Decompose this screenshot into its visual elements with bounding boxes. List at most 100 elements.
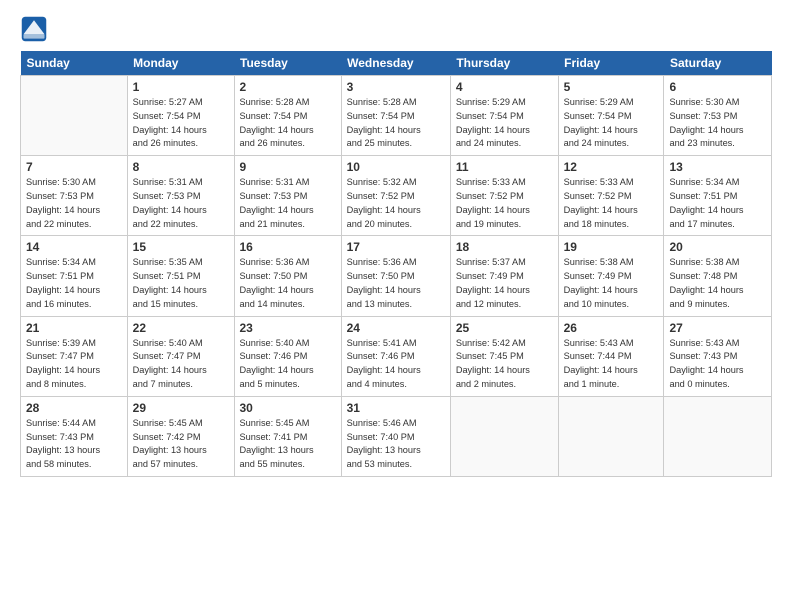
day-cell (21, 76, 128, 156)
day-cell: 26 Sunrise: 5:43 AM Sunset: 7:44 PM Dayli… (558, 316, 664, 396)
week-row-3: 14 Sunrise: 5:34 AM Sunset: 7:51 PM Dayli… (21, 236, 772, 316)
day-number: 11 (456, 160, 553, 174)
day-number: 10 (347, 160, 445, 174)
day-cell: 7 Sunrise: 5:30 AM Sunset: 7:53 PM Daylig… (21, 156, 128, 236)
day-cell: 14 Sunrise: 5:34 AM Sunset: 7:51 PM Dayli… (21, 236, 128, 316)
day-info: Sunrise: 5:31 AM Sunset: 7:53 PM Dayligh… (133, 176, 229, 231)
day-cell: 8 Sunrise: 5:31 AM Sunset: 7:53 PM Daylig… (127, 156, 234, 236)
day-info: Sunrise: 5:36 AM Sunset: 7:50 PM Dayligh… (240, 256, 336, 311)
day-number: 13 (669, 160, 766, 174)
day-info: Sunrise: 5:33 AM Sunset: 7:52 PM Dayligh… (456, 176, 553, 231)
logo-icon (20, 15, 48, 43)
day-info: Sunrise: 5:43 AM Sunset: 7:43 PM Dayligh… (669, 337, 766, 392)
day-cell: 9 Sunrise: 5:31 AM Sunset: 7:53 PM Daylig… (234, 156, 341, 236)
day-info: Sunrise: 5:46 AM Sunset: 7:40 PM Dayligh… (347, 417, 445, 472)
day-info: Sunrise: 5:41 AM Sunset: 7:46 PM Dayligh… (347, 337, 445, 392)
day-cell: 6 Sunrise: 5:30 AM Sunset: 7:53 PM Daylig… (664, 76, 772, 156)
calendar-table: SundayMondayTuesdayWednesdayThursdayFrid… (20, 51, 772, 477)
day-cell: 24 Sunrise: 5:41 AM Sunset: 7:46 PM Dayli… (341, 316, 450, 396)
col-header-saturday: Saturday (664, 51, 772, 76)
day-number: 12 (564, 160, 659, 174)
day-info: Sunrise: 5:45 AM Sunset: 7:41 PM Dayligh… (240, 417, 336, 472)
day-number: 6 (669, 80, 766, 94)
day-number: 9 (240, 160, 336, 174)
day-cell: 19 Sunrise: 5:38 AM Sunset: 7:49 PM Dayli… (558, 236, 664, 316)
day-cell (450, 396, 558, 476)
day-info: Sunrise: 5:37 AM Sunset: 7:49 PM Dayligh… (456, 256, 553, 311)
day-info: Sunrise: 5:30 AM Sunset: 7:53 PM Dayligh… (669, 96, 766, 151)
day-number: 8 (133, 160, 229, 174)
day-cell (558, 396, 664, 476)
col-header-friday: Friday (558, 51, 664, 76)
day-number: 14 (26, 240, 122, 254)
day-number: 19 (564, 240, 659, 254)
day-number: 17 (347, 240, 445, 254)
col-header-sunday: Sunday (21, 51, 128, 76)
day-cell: 4Sunrise: 5:29 AM Sunset: 7:54 PM Daylig… (450, 76, 558, 156)
day-number: 1 (133, 80, 229, 94)
day-number: 21 (26, 321, 122, 335)
day-info: Sunrise: 5:30 AM Sunset: 7:53 PM Dayligh… (26, 176, 122, 231)
day-number: 26 (564, 321, 659, 335)
day-number: 7 (26, 160, 122, 174)
day-info: Sunrise: 5:29 AM Sunset: 7:54 PM Dayligh… (564, 96, 659, 151)
day-cell: 29 Sunrise: 5:45 AM Sunset: 7:42 PM Dayli… (127, 396, 234, 476)
week-row-4: 21 Sunrise: 5:39 AM Sunset: 7:47 PM Dayli… (21, 316, 772, 396)
day-cell: 10 Sunrise: 5:32 AM Sunset: 7:52 PM Dayli… (341, 156, 450, 236)
day-number: 30 (240, 401, 336, 415)
day-cell: 17 Sunrise: 5:36 AM Sunset: 7:50 PM Dayli… (341, 236, 450, 316)
day-cell: 20Sunrise: 5:38 AM Sunset: 7:48 PM Dayli… (664, 236, 772, 316)
day-number: 31 (347, 401, 445, 415)
day-info: Sunrise: 5:31 AM Sunset: 7:53 PM Dayligh… (240, 176, 336, 231)
day-cell: 11 Sunrise: 5:33 AM Sunset: 7:52 PM Dayli… (450, 156, 558, 236)
day-number: 24 (347, 321, 445, 335)
day-info: Sunrise: 5:40 AM Sunset: 7:46 PM Dayligh… (240, 337, 336, 392)
col-header-tuesday: Tuesday (234, 51, 341, 76)
day-cell: 12 Sunrise: 5:33 AM Sunset: 7:52 PM Dayli… (558, 156, 664, 236)
day-cell: 16 Sunrise: 5:36 AM Sunset: 7:50 PM Dayli… (234, 236, 341, 316)
page-container: SundayMondayTuesdayWednesdayThursdayFrid… (0, 0, 792, 487)
day-cell: 15 Sunrise: 5:35 AM Sunset: 7:51 PM Dayli… (127, 236, 234, 316)
logo (20, 15, 52, 43)
day-info: Sunrise: 5:35 AM Sunset: 7:51 PM Dayligh… (133, 256, 229, 311)
day-number: 16 (240, 240, 336, 254)
day-cell: 3 Sunrise: 5:28 AM Sunset: 7:54 PM Daylig… (341, 76, 450, 156)
day-cell: 2 Sunrise: 5:28 AM Sunset: 7:54 PM Daylig… (234, 76, 341, 156)
col-header-thursday: Thursday (450, 51, 558, 76)
day-info: Sunrise: 5:34 AM Sunset: 7:51 PM Dayligh… (26, 256, 122, 311)
day-number: 3 (347, 80, 445, 94)
week-row-2: 7 Sunrise: 5:30 AM Sunset: 7:53 PM Daylig… (21, 156, 772, 236)
day-cell: 13 Sunrise: 5:34 AM Sunset: 7:51 PM Dayli… (664, 156, 772, 236)
day-cell: 1Sunrise: 5:27 AM Sunset: 7:54 PM Daylig… (127, 76, 234, 156)
day-info: Sunrise: 5:34 AM Sunset: 7:51 PM Dayligh… (669, 176, 766, 231)
day-cell (664, 396, 772, 476)
day-number: 15 (133, 240, 229, 254)
day-info: Sunrise: 5:32 AM Sunset: 7:52 PM Dayligh… (347, 176, 445, 231)
day-cell: 21 Sunrise: 5:39 AM Sunset: 7:47 PM Dayli… (21, 316, 128, 396)
day-number: 2 (240, 80, 336, 94)
day-info: Sunrise: 5:45 AM Sunset: 7:42 PM Dayligh… (133, 417, 229, 472)
week-row-5: 28 Sunrise: 5:44 AM Sunset: 7:43 PM Dayli… (21, 396, 772, 476)
day-number: 23 (240, 321, 336, 335)
day-cell: 18 Sunrise: 5:37 AM Sunset: 7:49 PM Dayli… (450, 236, 558, 316)
header-row: SundayMondayTuesdayWednesdayThursdayFrid… (21, 51, 772, 76)
day-number: 5 (564, 80, 659, 94)
day-info: Sunrise: 5:36 AM Sunset: 7:50 PM Dayligh… (347, 256, 445, 311)
day-number: 29 (133, 401, 229, 415)
day-info: Sunrise: 5:28 AM Sunset: 7:54 PM Dayligh… (240, 96, 336, 151)
day-info: Sunrise: 5:38 AM Sunset: 7:49 PM Dayligh… (564, 256, 659, 311)
day-info: Sunrise: 5:33 AM Sunset: 7:52 PM Dayligh… (564, 176, 659, 231)
day-info: Sunrise: 5:44 AM Sunset: 7:43 PM Dayligh… (26, 417, 122, 472)
day-info: Sunrise: 5:38 AM Sunset: 7:48 PM Dayligh… (669, 256, 766, 311)
week-row-1: 1Sunrise: 5:27 AM Sunset: 7:54 PM Daylig… (21, 76, 772, 156)
day-number: 28 (26, 401, 122, 415)
day-info: Sunrise: 5:40 AM Sunset: 7:47 PM Dayligh… (133, 337, 229, 392)
day-number: 18 (456, 240, 553, 254)
day-info: Sunrise: 5:29 AM Sunset: 7:54 PM Dayligh… (456, 96, 553, 151)
day-info: Sunrise: 5:42 AM Sunset: 7:45 PM Dayligh… (456, 337, 553, 392)
day-info: Sunrise: 5:39 AM Sunset: 7:47 PM Dayligh… (26, 337, 122, 392)
day-info: Sunrise: 5:43 AM Sunset: 7:44 PM Dayligh… (564, 337, 659, 392)
day-info: Sunrise: 5:28 AM Sunset: 7:54 PM Dayligh… (347, 96, 445, 151)
day-cell: 25Sunrise: 5:42 AM Sunset: 7:45 PM Dayli… (450, 316, 558, 396)
day-cell: 5 Sunrise: 5:29 AM Sunset: 7:54 PM Daylig… (558, 76, 664, 156)
